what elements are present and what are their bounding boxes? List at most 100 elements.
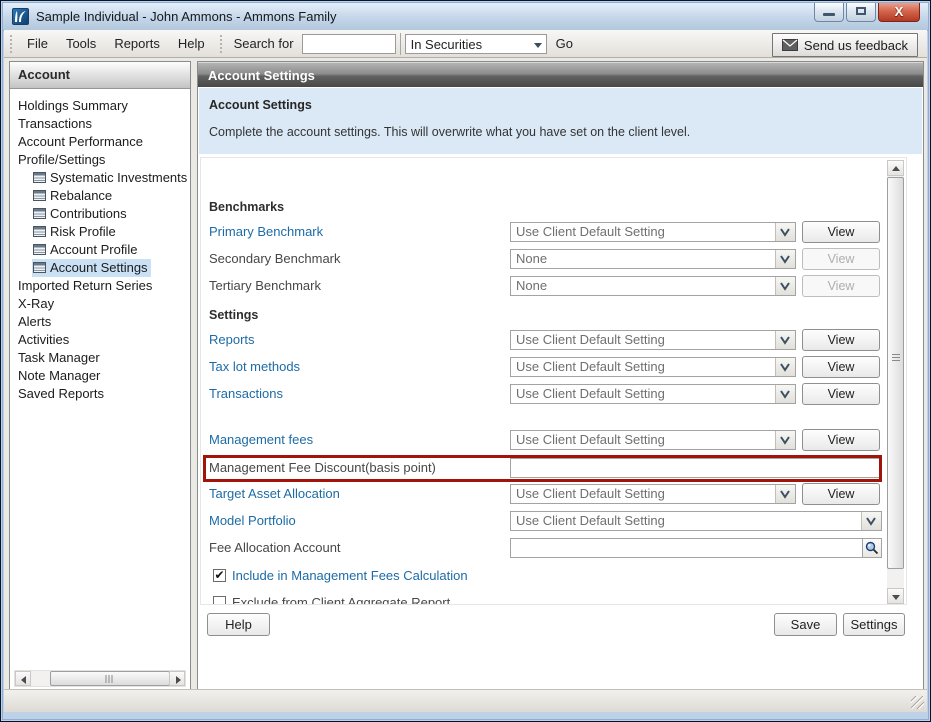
management-fees-view-button[interactable]: View <box>802 429 880 451</box>
target-asset-allocation-link[interactable]: Target Asset Allocation <box>209 484 340 504</box>
toolbar-separator <box>400 33 401 55</box>
exclude-client-aggregate-checkbox[interactable] <box>213 596 226 606</box>
sidebar-item-account-settings[interactable]: Account Settings <box>10 259 190 277</box>
arrow-up-icon <box>892 166 900 171</box>
search-input[interactable] <box>302 34 396 54</box>
save-button[interactable]: Save <box>774 613 837 636</box>
sidebar-item-note-manager[interactable]: Note Manager <box>10 367 190 385</box>
send-feedback-button[interactable]: Send us feedback <box>772 33 918 57</box>
transactions-select[interactable]: Use Client Default Setting <box>510 384 796 404</box>
maximize-icon <box>856 7 866 15</box>
fee-allocation-account-input[interactable] <box>510 538 882 558</box>
scroll-up-button[interactable] <box>887 160 904 176</box>
primary-benchmark-link[interactable]: Primary Benchmark <box>209 222 323 242</box>
search-scope-select[interactable]: In Securities <box>405 34 547 54</box>
sidebar-item-account-profile[interactable]: Account Profile <box>10 241 190 259</box>
list-icon <box>33 226 46 237</box>
tax-lot-methods-select[interactable]: Use Client Default Setting <box>510 357 796 377</box>
model-portfolio-link[interactable]: Model Portfolio <box>209 511 296 531</box>
sidebar-item-x-ray[interactable]: X-Ray <box>10 295 190 313</box>
tertiary-benchmark-label: Tertiary Benchmark <box>209 276 321 296</box>
sidebar-item-transactions[interactable]: Transactions <box>10 115 190 133</box>
scrollbar-thumb[interactable] <box>887 177 904 569</box>
management-fees-select[interactable]: Use Client Default Setting <box>510 430 796 450</box>
sidebar-item-systematic-investments[interactable]: Systematic Investments <box>10 169 190 187</box>
sidebar-item-holdings-summary[interactable]: Holdings Summary <box>10 97 190 115</box>
sidebar-item-task-manager[interactable]: Task Manager <box>10 349 190 367</box>
include-management-fees-row: ✔ Include in Management Fees Calculation <box>213 568 468 582</box>
secondary-benchmark-select[interactable]: None <box>510 249 796 269</box>
menu-file[interactable]: File <box>18 32 57 55</box>
scroll-down-button[interactable] <box>887 588 904 604</box>
sidebar-item-contributions[interactable]: Contributions <box>10 205 190 223</box>
scroll-left-button[interactable] <box>15 671 31 686</box>
close-icon: X <box>895 4 904 19</box>
search-label: Search for <box>234 36 294 51</box>
sidebar-item-imported-return-series[interactable]: Imported Return Series <box>10 277 190 295</box>
tax-lot-methods-link[interactable]: Tax lot methods <box>209 357 300 377</box>
go-button[interactable]: Go <box>556 36 573 51</box>
sidebar-item-rebalance[interactable]: Rebalance <box>10 187 190 205</box>
reports-view-button[interactable]: View <box>802 329 880 351</box>
model-portfolio-select[interactable]: Use Client Default Setting <box>510 511 882 531</box>
target-asset-allocation-view-button[interactable]: View <box>802 483 880 505</box>
reports-select[interactable]: Use Client Default Setting <box>510 330 796 350</box>
primary-benchmark-view-button[interactable]: View <box>802 221 880 243</box>
chevron-down-icon <box>775 331 795 349</box>
primary-benchmark-select[interactable]: Use Client Default Setting <box>510 222 796 242</box>
minimize-button[interactable] <box>814 3 844 22</box>
sidebar-item-saved-reports[interactable]: Saved Reports <box>10 385 190 403</box>
settings-button[interactable]: Settings <box>843 613 905 636</box>
sidebar-item-risk-profile[interactable]: Risk Profile <box>10 223 190 241</box>
transactions-link[interactable]: Transactions <box>209 384 283 404</box>
sidebar-item-profile-settings[interactable]: Profile/Settings <box>10 151 190 169</box>
transactions-view-button[interactable]: View <box>802 383 880 405</box>
sidebar-header: Account <box>10 62 190 89</box>
sidebar-item-activities[interactable]: Activities <box>10 331 190 349</box>
maximize-button[interactable] <box>846 3 876 22</box>
title-bar: Sample Individual - John Ammons - Ammons… <box>3 3 928 31</box>
chevron-down-icon <box>775 223 795 241</box>
management-fee-discount-input[interactable] <box>510 458 882 478</box>
main-panel: Account Settings Account Settings Comple… <box>197 61 924 691</box>
account-lookup-button[interactable] <box>862 538 882 558</box>
close-button[interactable]: X <box>878 3 920 22</box>
sidebar-horizontal-scrollbar[interactable] <box>14 670 186 687</box>
target-asset-allocation-select[interactable]: Use Client Default Setting <box>510 484 796 504</box>
chevron-down-icon <box>775 385 795 403</box>
sidebar-panel: Account Holdings Summary Transactions Ac… <box>9 61 191 691</box>
tax-lot-methods-view-button[interactable]: View <box>802 356 880 378</box>
window-title: Sample Individual - John Ammons - Ammons… <box>36 9 337 24</box>
help-button[interactable]: Help <box>207 613 270 636</box>
app-window: Sample Individual - John Ammons - Ammons… <box>0 0 931 722</box>
section-settings: Settings <box>209 308 258 322</box>
chevron-down-icon <box>775 431 795 449</box>
menu-tools[interactable]: Tools <box>57 32 105 55</box>
scrollbar-thumb[interactable] <box>50 671 170 686</box>
include-management-fees-checkbox[interactable]: ✔ <box>213 569 226 582</box>
secondary-benchmark-view-button: View <box>802 248 880 270</box>
include-management-fees-label[interactable]: Include in Management Fees Calculation <box>232 568 468 583</box>
status-bar <box>4 689 927 712</box>
settings-form: Benchmarks Primary Benchmark Use Client … <box>200 157 907 605</box>
menu-reports[interactable]: Reports <box>105 32 169 55</box>
reports-link[interactable]: Reports <box>209 330 255 350</box>
form-vertical-scrollbar[interactable] <box>887 160 904 604</box>
menu-help[interactable]: Help <box>169 32 214 55</box>
scroll-right-button[interactable] <box>169 671 185 686</box>
sidebar-item-alerts[interactable]: Alerts <box>10 313 190 331</box>
toolbar: File Tools Reports Help Search for In Se… <box>4 30 927 58</box>
tertiary-benchmark-select[interactable]: None <box>510 276 796 296</box>
arrow-right-icon <box>176 676 181 684</box>
chevron-down-icon <box>775 358 795 376</box>
management-fees-link[interactable]: Management fees <box>209 430 313 450</box>
resize-grip[interactable] <box>911 696 924 709</box>
app-logo-icon <box>12 8 29 25</box>
minimize-icon <box>823 13 835 16</box>
scrollbar-grip-icon <box>106 675 115 683</box>
workspace: Account Holdings Summary Transactions Ac… <box>4 58 927 690</box>
toolbar-grip <box>10 35 12 53</box>
section-benchmarks: Benchmarks <box>209 200 284 214</box>
sidebar-item-account-performance[interactable]: Account Performance <box>10 133 190 151</box>
management-fee-discount-label: Management Fee Discount(basis point) <box>209 458 436 478</box>
